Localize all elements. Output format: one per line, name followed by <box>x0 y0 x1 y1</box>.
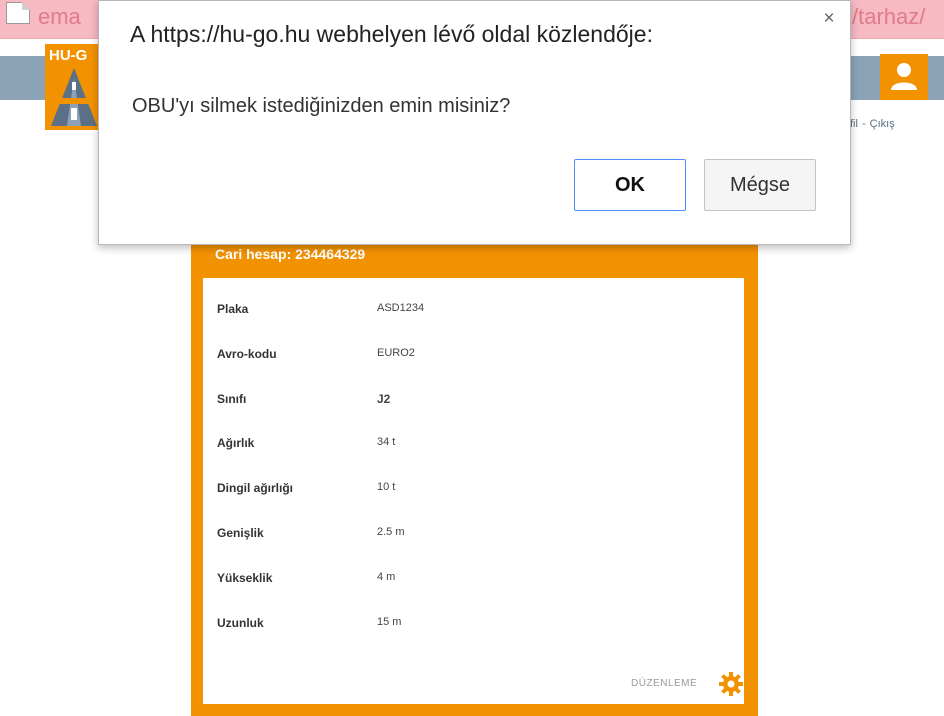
detail-label: Avro-kodu <box>217 347 277 361</box>
cancel-button[interactable]: Mégse <box>704 159 816 211</box>
detail-value: 10 t <box>377 481 396 493</box>
detail-value: 15 m <box>377 616 402 628</box>
obu-card: Cari hesap: 234464329 Plaka ASD1234 Avro… <box>191 236 758 716</box>
detail-label: Genişlik <box>217 526 264 540</box>
user-avatar[interactable] <box>880 54 928 100</box>
detail-value: 4 m <box>377 571 396 583</box>
gear-icon <box>719 672 743 696</box>
user-links: fil - Çıkış <box>850 118 895 130</box>
obu-card-title: Cari hesap: 234464329 <box>215 246 366 262</box>
logo-text: HU-G <box>49 47 88 64</box>
detail-row-height: Yükseklik 4 m <box>217 571 717 591</box>
page: ema /tarhaz/ KFT HU-G fil - Çıkış Cari hes… <box>0 0 944 716</box>
detail-value: J2 <box>377 392 391 406</box>
detail-label: Plaka <box>217 302 249 316</box>
detail-label: Dingil ağırlığı <box>217 481 294 495</box>
detail-label: Sınıfı <box>217 392 247 406</box>
site-logo[interactable]: HU-G <box>45 44 103 130</box>
detail-row-plate: Plaka ASD1234 <box>217 302 717 322</box>
edit-label: DÜZENLEME <box>631 678 698 689</box>
user-links-separator: - <box>861 118 866 130</box>
detail-value: EURO2 <box>377 347 415 359</box>
url-text-left[interactable]: ema <box>38 4 81 30</box>
detail-label: Yükseklik <box>217 571 273 585</box>
detail-value: 2.5 m <box>377 526 405 538</box>
detail-value: 34 t <box>377 436 396 448</box>
detail-label: Ağırlık <box>217 436 255 450</box>
close-icon[interactable]: × <box>817 7 841 31</box>
detail-row-width: Genişlik 2.5 m <box>217 526 717 546</box>
detail-row-axle-weight: Dingil ağırlığı 10 t <box>217 481 717 501</box>
obu-card-body: Plaka ASD1234 Avro-kodu EURO2 Sınıfı J2 … <box>203 278 744 704</box>
confirm-dialog: A https://hu-go.hu webhelyen lévő oldal … <box>98 0 851 245</box>
dialog-title: A https://hu-go.hu webhelyen lévő oldal … <box>130 21 653 47</box>
detail-row-length: Uzunluk 15 m <box>217 616 717 636</box>
ok-button[interactable]: OK <box>574 159 686 211</box>
edit-button[interactable]: DÜZENLEME <box>631 670 743 700</box>
detail-row-weight: Ağırlık 34 t <box>217 436 717 456</box>
road-icon <box>51 68 97 126</box>
profile-link[interactable]: fil <box>850 118 858 130</box>
user-icon <box>891 63 917 90</box>
detail-label: Uzunluk <box>217 616 264 630</box>
logout-link[interactable]: Çıkış <box>870 118 895 130</box>
detail-row-euro-code: Avro-kodu EURO2 <box>217 347 717 367</box>
url-text-right[interactable]: /tarhaz/ <box>852 4 925 30</box>
detail-row-class: Sınıfı J2 <box>217 392 717 412</box>
detail-value: ASD1234 <box>377 302 425 314</box>
page-file-icon <box>6 2 30 24</box>
dialog-message: OBU'yı silmek istediğinizden emin misini… <box>132 95 511 117</box>
